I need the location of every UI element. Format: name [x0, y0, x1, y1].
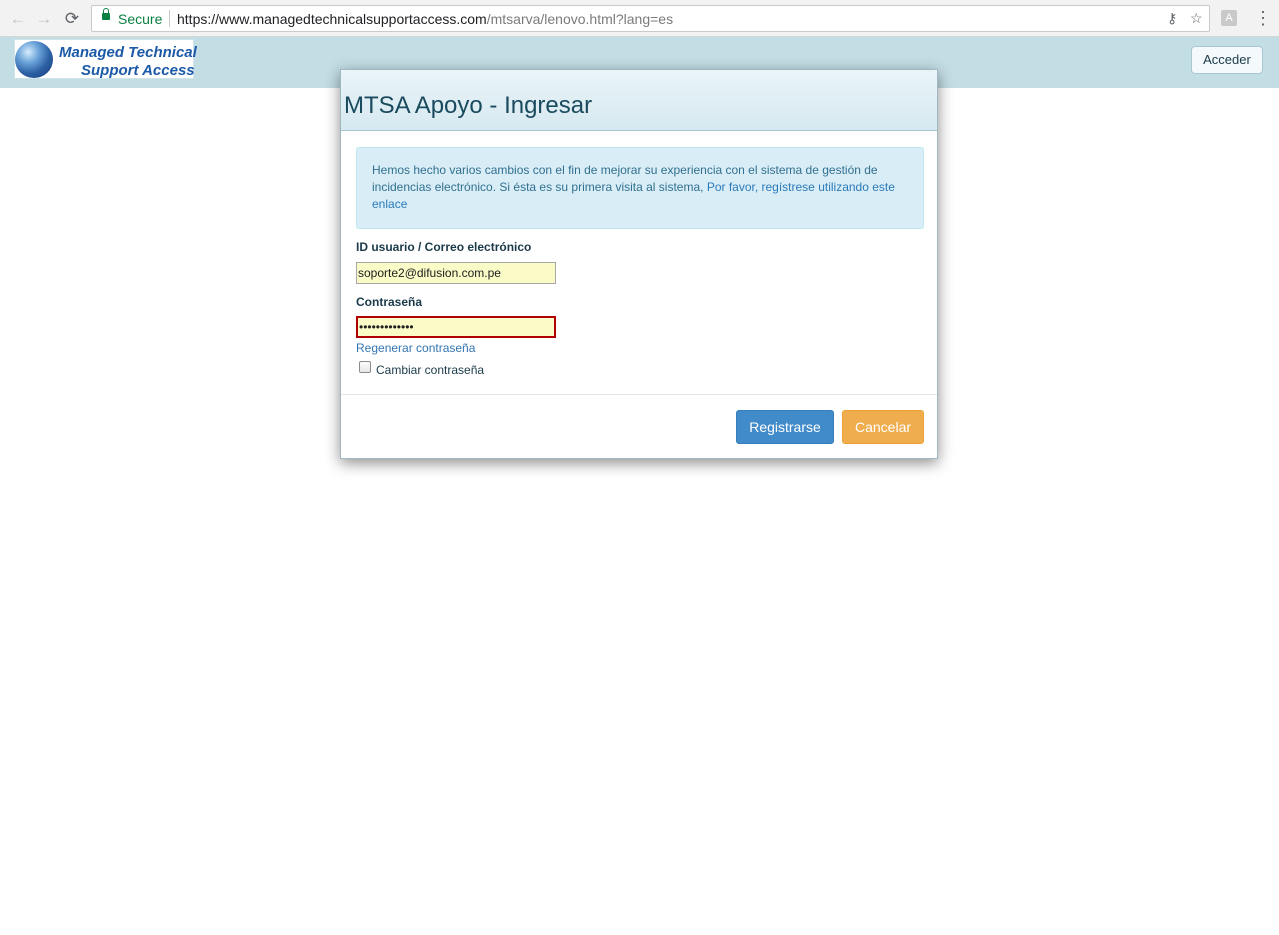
logo-line-1: Managed Technical — [59, 44, 197, 61]
register-button[interactable]: Registrarse — [736, 410, 834, 444]
secure-label: Secure — [118, 11, 163, 27]
logo-line-2: Support Access — [81, 62, 195, 79]
cancel-button[interactable]: Cancelar — [842, 410, 924, 444]
star-icon[interactable]: ☆ — [1190, 10, 1203, 27]
url-host: https://www.managedtechnicalsupportacces… — [177, 11, 487, 27]
menu-icon[interactable]: ⋮ — [1254, 9, 1272, 27]
regenerate-password-link[interactable]: Regenerar contraseña — [356, 341, 475, 355]
modal-title: MTSA Apoyo - Ingresar — [344, 92, 593, 119]
site-logo[interactable]: Managed Technical Support Access — [14, 39, 197, 79]
change-password-checkbox[interactable] — [359, 361, 371, 373]
browser-toolbar: ← → ⟳ Secure https://www.managedtechnica… — [0, 0, 1279, 37]
forward-arrow-icon[interactable]: → — [34, 9, 54, 29]
url-text[interactable]: https://www.managedtechnicalsupportacces… — [177, 11, 673, 27]
user-id-input[interactable] — [356, 262, 556, 284]
lock-icon — [102, 8, 110, 20]
password-label: Contraseña — [356, 295, 423, 309]
info-alert: Hemos hecho varios cambios con el fin de… — [356, 147, 924, 229]
login-modal: MTSA Apoyo - Ingresar Hemos hecho varios… — [340, 69, 938, 459]
key-icon[interactable]: ⚷ — [1167, 10, 1177, 27]
user-id-label: ID usuario / Correo electrónico — [356, 240, 532, 254]
pdf-extension-icon[interactable]: A — [1221, 10, 1237, 26]
url-separator — [169, 10, 170, 27]
back-arrow-icon[interactable]: ← — [8, 9, 28, 29]
modal-header: MTSA Apoyo - Ingresar — [341, 70, 937, 131]
password-input[interactable] — [356, 316, 556, 338]
modal-footer-divider — [341, 394, 937, 395]
reload-icon[interactable]: ⟳ — [62, 9, 82, 29]
url-path: /mtsarva/lenovo.html?lang=es — [486, 11, 674, 27]
globe-icon — [15, 41, 53, 78]
address-bar[interactable]: Secure https://www.managedtechnicalsuppo… — [91, 5, 1210, 32]
acceder-button[interactable]: Acceder — [1191, 46, 1263, 74]
change-password-label[interactable]: Cambiar contraseña — [376, 363, 484, 377]
